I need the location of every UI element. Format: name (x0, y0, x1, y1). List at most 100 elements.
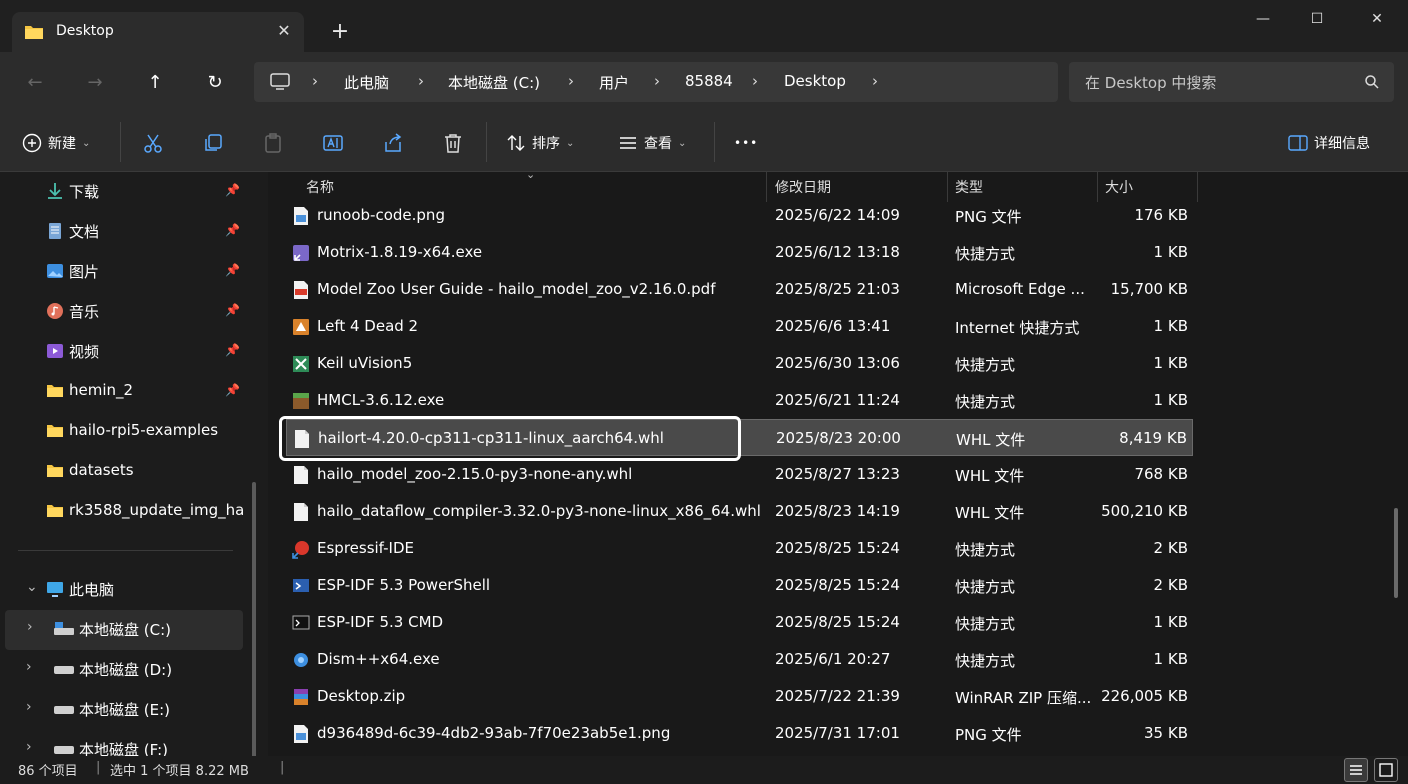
computer-icon (47, 582, 63, 597)
sidebar-item-rk3588[interactable]: rk3588_update_img_hail (0, 492, 243, 532)
chevron-right-icon[interactable]: › (312, 72, 318, 90)
folder-icon (47, 465, 63, 477)
file-size: 1 KB (1153, 317, 1188, 335)
sidebar-item-pictures[interactable]: 图片 📌 (0, 252, 243, 292)
new-tab-button[interactable]: + (326, 18, 354, 46)
sidebar-item-drive-c[interactable]: › 本地磁盘 (C:) (5, 610, 243, 650)
new-button[interactable]: 新建 ⌄ (22, 130, 90, 156)
share-icon[interactable] (382, 132, 404, 154)
file-list-scrollbar[interactable] (1394, 508, 1398, 598)
sidebar-item-documents[interactable]: 文档 📌 (0, 212, 243, 252)
view-label: 查看 (644, 136, 672, 152)
sidebar-scrollbar[interactable] (252, 482, 256, 756)
up-arrow-icon[interactable]: ↑ (140, 68, 170, 98)
sort-button[interactable]: 排序 ⌄ (506, 130, 574, 156)
cut-icon[interactable] (142, 132, 164, 154)
status-bar: 86 个项目 | 选中 1 个项目 8.22 MB | (0, 756, 1408, 784)
pin-icon[interactable]: 📌 (225, 183, 240, 197)
table-row[interactable]: Keil uVision5 2025/6/30 13:06 快捷方式 1 KB (286, 345, 1193, 382)
pin-icon[interactable]: 📌 (225, 383, 240, 397)
delete-icon[interactable] (442, 132, 464, 154)
table-row[interactable]: hailo_dataflow_compiler-3.32.0-py3-none-… (286, 493, 1193, 530)
tab-desktop[interactable]: Desktop ✕ (12, 12, 304, 52)
table-row[interactable]: Model Zoo User Guide - hailo_model_zoo_v… (286, 271, 1193, 308)
chevron-right-icon[interactable]: › (26, 699, 32, 715)
table-row[interactable]: ESP-IDF 5.3 CMD 2025/8/25 15:24 快捷方式 1 KB (286, 604, 1193, 641)
column-header-date[interactable]: 修改日期 (775, 177, 831, 197)
close-tab-icon[interactable]: ✕ (272, 21, 296, 43)
forward-arrow-icon[interactable]: → (80, 68, 110, 98)
refresh-icon[interactable]: ↻ (200, 68, 230, 98)
chevron-right-icon[interactable]: › (27, 619, 33, 635)
table-row[interactable]: Dism++x64.exe 2025/6/1 20:27 快捷方式 1 KB (286, 641, 1193, 678)
breadcrumb-this-pc[interactable]: 此电脑 (344, 72, 389, 93)
chevron-right-icon[interactable]: › (418, 72, 424, 90)
chevron-down-icon[interactable]: ⌄ (26, 579, 38, 595)
sidebar-item-videos[interactable]: 视频 📌 (0, 332, 243, 372)
maximize-button[interactable]: ☐ (1290, 0, 1344, 40)
chevron-right-icon[interactable]: › (568, 72, 574, 90)
sidebar-item-hailo-rpi5-examples[interactable]: hailo-rpi5-examples (0, 412, 243, 452)
table-row[interactable]: HMCL-3.6.12.exe 2025/6/21 11:24 快捷方式 1 KB (286, 382, 1193, 419)
file-type: 快捷方式 (955, 652, 1016, 670)
table-row[interactable]: d936489d-6c39-4db2-93ab-7f70e23ab5e1.png… (286, 715, 1193, 752)
file-size: 500,210 KB (1101, 502, 1188, 520)
cmd-icon (292, 613, 310, 633)
sidebar-item-datasets[interactable]: datasets (0, 452, 243, 492)
view-button[interactable]: 查看 ⌄ (618, 130, 686, 156)
column-header-size[interactable]: 大小 (1105, 177, 1133, 197)
chevron-right-icon[interactable]: › (752, 72, 758, 90)
breadcrumb-users[interactable]: 用户 (599, 72, 629, 93)
table-row[interactable]: hailo_model_zoo-2.15.0-py3-none-any.whl 2… (286, 456, 1193, 493)
column-header-name[interactable]: 名称 (306, 177, 334, 197)
breadcrumb-drive-c[interactable]: 本地磁盘 (C:) (448, 72, 540, 93)
view-list-icon (620, 137, 636, 149)
column-divider[interactable] (1197, 172, 1198, 202)
file-date: 2025/6/21 11:24 (775, 391, 900, 409)
pin-icon[interactable]: 📌 (225, 343, 240, 357)
chevron-right-icon[interactable]: › (26, 739, 32, 755)
sidebar-item-this-pc[interactable]: ⌄ 此电脑 (0, 570, 243, 610)
pin-icon[interactable]: 📌 (225, 263, 240, 277)
item-count: 86 个项目 (18, 764, 78, 779)
sidebar-item-music[interactable]: 音乐 📌 (0, 292, 243, 332)
sidebar-item-drive-e[interactable]: › 本地磁盘 (E:) (0, 690, 243, 730)
address-bar[interactable]: › 此电脑 › 本地磁盘 (C:) › 用户 › 85884 › Desktop… (254, 62, 1058, 102)
table-row[interactable]: Desktop.zip 2025/7/22 21:39 WinRAR ZIP 压缩.… (286, 678, 1193, 715)
breadcrumb-desktop[interactable]: Desktop (784, 72, 846, 90)
rename-icon[interactable] (322, 132, 344, 154)
pin-icon[interactable]: 📌 (225, 223, 240, 237)
sidebar-item-downloads[interactable]: 下载 📌 (0, 172, 243, 212)
file-name: ESP-IDF 5.3 CMD (317, 613, 444, 631)
close-window-button[interactable]: ✕ (1350, 0, 1404, 40)
details-pane-button[interactable]: 详细信息 (1288, 130, 1370, 156)
paste-icon[interactable] (262, 132, 284, 154)
back-arrow-icon[interactable]: ← (20, 68, 50, 98)
large-icons-view-icon[interactable] (1374, 758, 1398, 782)
minimize-button[interactable]: — (1236, 0, 1290, 40)
copy-icon[interactable] (202, 132, 224, 154)
search-icon[interactable] (1364, 74, 1380, 90)
more-options-icon[interactable]: ••• (734, 130, 758, 156)
chevron-right-icon[interactable]: › (654, 72, 660, 90)
chevron-right-icon[interactable]: › (26, 659, 32, 675)
sidebar-item-hemin-2[interactable]: hemin_2 📌 (0, 372, 243, 412)
file-size: 176 KB (1134, 206, 1188, 224)
annotation-highlight-box (279, 416, 741, 461)
search-box[interactable]: 在 Desktop 中搜索 (1069, 62, 1394, 102)
table-row[interactable]: Motrix-1.8.19-x64.exe 2025/6/12 13:18 快捷方式… (286, 234, 1193, 271)
chevron-right-icon[interactable]: › (872, 72, 878, 90)
table-row[interactable]: Left 4 Dead 2 2025/6/6 13:41 Internet 快捷方式… (286, 308, 1193, 345)
sidebar-item-drive-d[interactable]: › 本地磁盘 (D:) (0, 650, 243, 690)
navigation-bar: ← → ↑ ↻ › 此电脑 › 本地磁盘 (C:) › 用户 › 85884 ›… (0, 52, 1408, 112)
pin-icon[interactable]: 📌 (225, 303, 240, 317)
table-row[interactable]: ESP-IDF 5.3 PowerShell 2025/8/25 15:24 快捷方… (286, 567, 1193, 604)
file-type: WHL 文件 (955, 504, 1025, 522)
title-bar: Desktop ✕ + — ☐ ✕ (0, 0, 1408, 58)
details-view-icon[interactable] (1344, 758, 1368, 782)
breadcrumb-user[interactable]: 85884 (685, 72, 733, 90)
table-row[interactable]: Espressif-IDE 2025/8/25 15:24 快捷方式 2 KB (286, 530, 1193, 567)
sidebar-item-drive-f[interactable]: › 本地磁盘 (F:) (0, 730, 243, 756)
table-row[interactable]: runoob-code.png 2025/6/22 14:09 PNG 文件 176 … (286, 197, 1193, 234)
column-header-type[interactable]: 类型 (955, 177, 983, 197)
